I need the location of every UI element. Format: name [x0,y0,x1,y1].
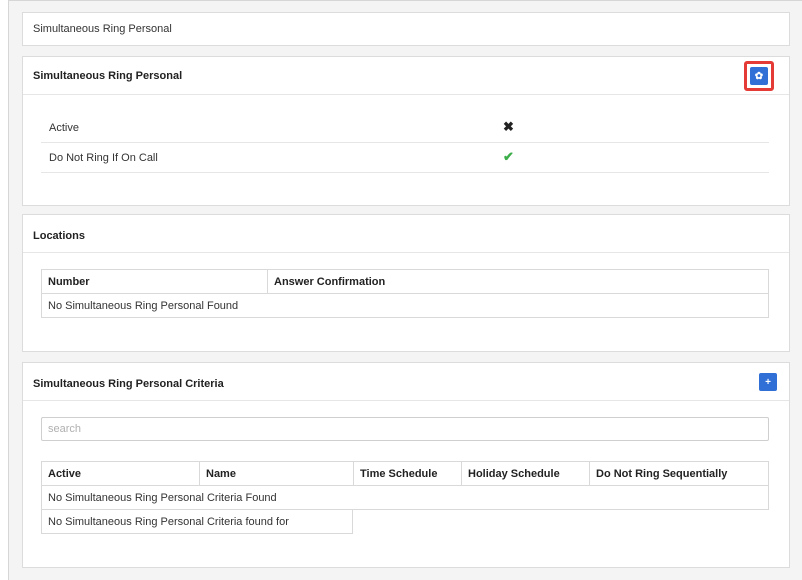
check-icon: ✔ [503,149,514,164]
breadcrumb: Simultaneous Ring Personal [22,12,790,46]
table-row: No Simultaneous Ring Personal Criteria f… [41,509,353,534]
gear-icon: ✿ [754,70,764,82]
locations-panel-header: Locations [23,215,789,253]
column-header-name[interactable]: Name [199,461,354,486]
breadcrumb-label: Simultaneous Ring Personal [33,23,172,35]
criteria-panel-title: Simultaneous Ring Personal Criteria [33,378,224,390]
setting-row-active: Active ✖ [41,113,769,143]
column-header-do-not-ring-sequentially[interactable]: Do Not Ring Sequentially [589,461,769,486]
settings-panel: Simultaneous Ring Personal ✿ Active ✖ Do… [22,56,790,206]
plus-icon: + [765,376,771,388]
criteria-table: Active Name Time Schedule Holiday Schedu… [41,461,769,510]
column-header-time-schedule[interactable]: Time Schedule [353,461,462,486]
table-row: No Simultaneous Ring Personal Found [41,293,769,318]
x-icon: ✖ [503,119,514,134]
empty-message-for: No Simultaneous Ring Personal Criteria f… [41,509,353,534]
criteria-empty-table: No Simultaneous Ring Personal Criteria f… [41,509,353,534]
setting-label: Do Not Ring If On Call [49,152,158,164]
locations-panel: Locations Number Answer Confirmation No … [22,214,790,352]
table-header-row: Number Answer Confirmation [41,269,769,294]
table-row: No Simultaneous Ring Personal Criteria F… [41,485,769,510]
locations-panel-title: Locations [33,230,85,242]
settings-panel-title: Simultaneous Ring Personal [33,70,183,82]
locations-table: Number Answer Confirmation No Simultaneo… [41,269,769,318]
add-criteria-button[interactable]: + [759,373,777,391]
column-header-answer-confirmation[interactable]: Answer Confirmation [267,269,769,294]
settings-button[interactable]: ✿ [750,67,768,85]
table-header-row: Active Name Time Schedule Holiday Schedu… [41,461,769,486]
setting-row-do-not-ring: Do Not Ring If On Call ✔ [41,143,769,173]
column-header-active[interactable]: Active [41,461,200,486]
criteria-panel-header: Simultaneous Ring Personal Criteria [23,363,789,401]
criteria-panel: Simultaneous Ring Personal Criteria + Ac… [22,362,790,568]
column-header-holiday-schedule[interactable]: Holiday Schedule [461,461,590,486]
empty-message: No Simultaneous Ring Personal Criteria F… [41,485,769,510]
setting-label: Active [49,122,79,134]
search-input[interactable] [41,417,769,441]
empty-message: No Simultaneous Ring Personal Found [41,293,769,318]
settings-panel-header: Simultaneous Ring Personal [23,57,789,95]
column-header-number[interactable]: Number [41,269,268,294]
